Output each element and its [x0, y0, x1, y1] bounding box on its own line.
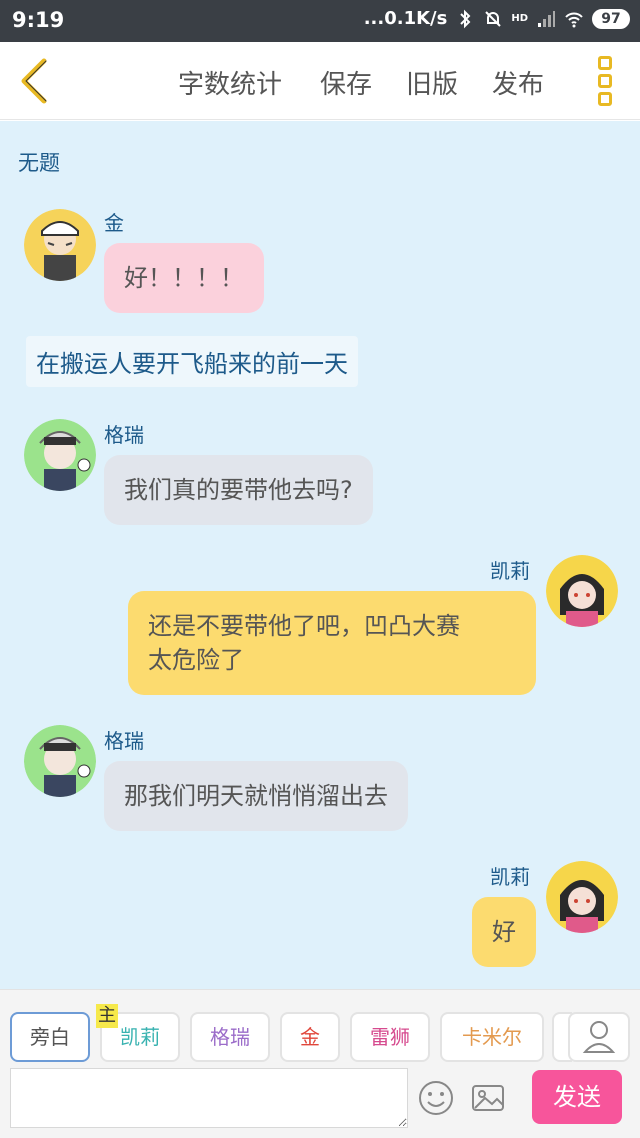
role-button-kamier[interactable]: 卡米尔: [440, 1012, 544, 1062]
narration-text[interactable]: 在搬运人要开飞船来的前一天: [26, 336, 358, 387]
avatar-kaili[interactable]: [546, 555, 618, 627]
role-label: 旁白: [30, 1025, 70, 1049]
message-bubble[interactable]: 好！！！！: [104, 243, 264, 313]
role-button-grey[interactable]: 格瑞: [190, 1012, 270, 1062]
message-bubble[interactable]: 我们真的要带他去吗?: [104, 455, 373, 525]
message-line: 太危险了: [148, 646, 244, 674]
message-bubble[interactable]: 好: [472, 897, 536, 967]
chat-area[interactable]: 无题 金 好！！！！ 在搬运人要开飞船来的前一天 格瑞 我们真的要带他去吗? 凯…: [0, 121, 640, 989]
speaker-name: 格瑞: [104, 729, 144, 753]
avatar-grey[interactable]: [24, 725, 96, 797]
story-title[interactable]: 无题: [18, 147, 60, 177]
role-button-jin[interactable]: 金: [280, 1012, 340, 1062]
status-right: ...0.1K/s HD 97: [364, 8, 630, 29]
avatar-jin[interactable]: [24, 209, 96, 281]
more-vertical-icon[interactable]: [596, 56, 616, 106]
role-label: 格瑞: [210, 1025, 250, 1049]
hd-label: HD: [511, 13, 528, 24]
status-bar: 9:19 ...0.1K/s HD 97: [0, 0, 640, 42]
chevron-left-icon: [21, 58, 47, 104]
avatar-kaili[interactable]: [546, 861, 618, 933]
role-label: 金: [300, 1025, 320, 1049]
role-label: 卡米尔: [462, 1025, 522, 1049]
send-button[interactable]: 发送: [532, 1070, 622, 1124]
wifi-icon: [565, 12, 583, 27]
composer-bar: 旁白 凯莉 主 格瑞 金 雷狮 卡米尔 发送: [0, 989, 640, 1138]
status-time: 9:19: [12, 8, 65, 32]
publish-button[interactable]: 发布: [492, 64, 544, 101]
role-label: 雷狮: [370, 1025, 410, 1049]
user-button[interactable]: [568, 1012, 630, 1062]
word-count-button[interactable]: 字数统计: [178, 64, 282, 101]
speaker-name: 凯莉: [490, 865, 530, 889]
signal-icon: [538, 10, 555, 27]
old-version-button[interactable]: 旧版: [406, 64, 458, 101]
role-button-leishi[interactable]: 雷狮: [350, 1012, 430, 1062]
role-button-narrator[interactable]: 旁白: [10, 1012, 90, 1062]
message-line: 还是不要带他了吧，凹凸大赛: [148, 612, 460, 640]
bluetooth-icon: [460, 9, 471, 28]
speaker-name: 金: [104, 211, 124, 235]
speaker-name: 凯莉: [490, 559, 530, 583]
back-button[interactable]: [14, 56, 54, 106]
message-bubble[interactable]: 那我们明天就悄悄溜出去: [104, 761, 408, 831]
network-speed: ...0.1K/s: [363, 8, 448, 29]
battery-icon: 97: [592, 8, 630, 29]
message-bubble[interactable]: 还是不要带他了吧，凹凸大赛 太危险了: [128, 591, 536, 695]
image-icon[interactable]: [470, 1080, 506, 1116]
top-header: 字数统计 保存 旧版 发布: [0, 42, 640, 120]
user-icon: [582, 1021, 616, 1053]
avatar-grey[interactable]: [24, 419, 96, 491]
role-label: 凯莉: [120, 1025, 160, 1049]
mute-bell-icon: [485, 10, 502, 27]
smiley-icon[interactable]: [418, 1080, 454, 1116]
speaker-name: 格瑞: [104, 423, 144, 447]
message-input[interactable]: [10, 1068, 408, 1128]
save-button[interactable]: 保存: [320, 64, 372, 101]
host-tag: 主: [96, 1004, 118, 1028]
